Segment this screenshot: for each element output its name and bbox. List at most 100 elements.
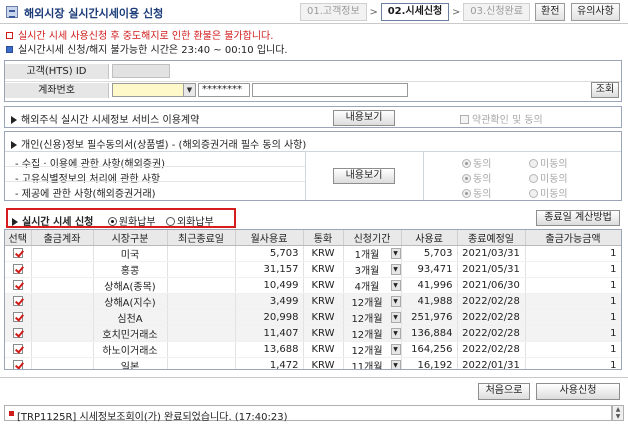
time-notice-text: 실시간시세 신청/해지 불가능한 시간은 23:40 ~ 00:10 입니다. — [18, 45, 288, 56]
period-select[interactable]: 12개월 ▼ — [344, 312, 400, 325]
monthly-fee-cell: 13,688 — [235, 341, 304, 358]
exchange-button[interactable]: 환전 — [535, 3, 566, 21]
period-cell: 12개월 ▼ — [343, 309, 402, 326]
chevron-down-icon[interactable]: ▼ — [390, 312, 400, 323]
period-select[interactable]: 4개월 ▼ — [344, 280, 400, 293]
select-checkbox[interactable] — [12, 295, 23, 306]
status-scroll-arrows[interactable]: ▲ ▼ — [612, 405, 624, 421]
divider — [5, 151, 621, 152]
period-select[interactable]: 3개월 ▼ — [344, 264, 400, 277]
table-row[interactable]: 홍콩 31,157 KRW 3개월 ▼ 93,471 2021/05/31 1 — [5, 261, 621, 278]
available-cell: 1 — [525, 245, 621, 262]
query-button[interactable]: 조회 — [591, 82, 619, 98]
period-select[interactable]: 1개월 ▼ — [344, 248, 400, 261]
table-row[interactable]: 미국 5,703 KRW 1개월 ▼ 5,703 2021/03/31 1 — [5, 245, 621, 262]
chevron-down-icon[interactable]: ▼ — [390, 344, 400, 355]
radio-icon — [529, 189, 538, 198]
hts-id-field — [112, 64, 170, 78]
period-select[interactable]: 12개월 ▼ — [344, 344, 400, 357]
select-checkbox[interactable] — [12, 359, 23, 369]
divider — [305, 151, 306, 200]
market-cell: 미국 — [93, 245, 168, 262]
table-header: 선택 출금계좌 시장구분 최근종료일 월사용료 통화 신청기간 사용료 종료예정… — [5, 230, 621, 246]
select-checkbox[interactable] — [12, 311, 23, 322]
table-row[interactable]: 상해A(지수) 3,499 KRW 12개월 ▼ 41,988 2022/02/28 1 — [5, 293, 621, 310]
period-select[interactable]: 11개월 ▼ — [344, 360, 400, 369]
apply-button[interactable]: 사용신청 — [536, 383, 620, 400]
select-checkbox[interactable] — [12, 263, 23, 274]
currency-cell: KRW — [303, 245, 344, 262]
table-row[interactable]: 호치민거래소 11,407 KRW 12개월 ▼ 136,884 2022/02/28 1 — [5, 325, 621, 342]
col-market: 시장구분 — [93, 230, 168, 246]
password-field[interactable]: ******** — [198, 83, 250, 97]
col-currency: 통화 — [303, 230, 344, 246]
currency-cell: KRW — [303, 325, 344, 342]
last-end-cell — [167, 341, 236, 358]
row-select-cell — [5, 309, 32, 326]
table-row[interactable]: 상해A(종목) 10,499 KRW 4개월 ▼ 41,996 2021/06/30 1 — [5, 277, 621, 294]
provide-disagree-radio[interactable]: 미동의 — [529, 185, 568, 200]
account-select[interactable]: ▼ — [112, 83, 196, 97]
row-select-cell — [5, 261, 32, 278]
chevron-down-icon[interactable]: ▼ — [183, 84, 195, 96]
radio-icon — [529, 159, 538, 168]
chevron-down-icon[interactable]: ▼ — [390, 296, 400, 307]
last-end-cell — [167, 309, 236, 326]
period-value: 12개월 — [351, 330, 383, 341]
chevron-down-icon[interactable]: ▼ — [390, 264, 400, 275]
col-select: 선택 — [5, 230, 32, 246]
collect-disagree-radio[interactable]: 미동의 — [529, 155, 568, 170]
select-checkbox[interactable] — [12, 247, 23, 258]
refund-warning: 실시간 시세 사용신청 후 중도해지로 인한 환불은 불가합니다. — [6, 27, 273, 42]
period-select[interactable]: 12개월 ▼ — [344, 296, 400, 309]
privacy-item-unique-id: - 고유식별정보의 처리에 관한 사항 — [15, 174, 161, 185]
table-row[interactable]: 일본 1,472 KRW 11개월 ▼ 16,192 2022/01/31 1 — [5, 357, 621, 369]
privacy-view-button[interactable]: 내용보기 — [333, 168, 395, 184]
account-name-field — [252, 83, 408, 97]
table-row[interactable]: 하노이거래소 13,688 KRW 12개월 ▼ 164,256 2022/02/28 1 — [5, 341, 621, 358]
available-cell: 1 — [525, 293, 621, 310]
market-cell: 심천A — [93, 309, 168, 326]
service-confirm-label: 약관확인 및 동의 — [472, 115, 543, 126]
service-confirm-checkbox[interactable]: 약관확인 및 동의 — [460, 111, 543, 126]
notes-button[interactable]: 유의사항 — [571, 3, 620, 21]
reset-button[interactable]: 처음으로 — [478, 383, 530, 400]
service-view-button[interactable]: 내용보기 — [333, 110, 395, 126]
uniqueid-agree-radio[interactable]: 동의 — [462, 170, 491, 185]
collect-agree-radio[interactable]: 동의 — [462, 155, 491, 170]
radio-icon — [462, 189, 471, 198]
chevron-down-icon[interactable]: ▼ — [390, 328, 400, 339]
realtime-title: 실시간 시세 신청 — [22, 217, 94, 228]
monthly-fee-cell: 20,998 — [235, 309, 304, 326]
realtime-request-heading: 실시간 시세 신청 원화납부 외화납부 — [12, 213, 214, 228]
window-title: 해외시장 실시간시세이용 신청 — [24, 7, 164, 20]
divider — [423, 151, 424, 200]
end-date-calc-button[interactable]: 종료일 계산방법 — [536, 210, 620, 226]
status-message: [TRP1125R] 시세정보조회이(가) 완료되었습니다. (17:40:23… — [17, 412, 288, 423]
currency-cell: KRW — [303, 309, 344, 326]
chevron-down-icon[interactable]: ▼ — [390, 280, 400, 291]
uniqueid-disagree-radio[interactable]: 미동의 — [529, 170, 568, 185]
end-date-cell: 2022/02/28 — [457, 293, 526, 310]
disagree-label: 미동의 — [540, 174, 568, 185]
triangle-icon — [12, 218, 18, 226]
select-checkbox[interactable] — [12, 279, 23, 290]
provide-agree-radio[interactable]: 동의 — [462, 185, 491, 200]
step-complete: 03.신청완료 — [463, 3, 530, 21]
period-select[interactable]: 12개월 ▼ — [344, 328, 400, 341]
chevron-down-icon[interactable]: ▼ — [390, 248, 400, 259]
agree-label: 동의 — [473, 189, 492, 200]
step-arrow-icon: > — [369, 6, 378, 18]
select-checkbox[interactable] — [12, 327, 23, 338]
info-bullet-icon — [6, 46, 13, 53]
payment-won-radio[interactable]: 원화납부 — [107, 217, 156, 228]
time-notice: 실시간시세 신청/해지 불가능한 시간은 23:40 ~ 00:10 입니다. — [6, 41, 288, 56]
end-date-cell: 2021/06/30 — [457, 277, 526, 294]
payment-fx-radio[interactable]: 외화납부 — [165, 217, 214, 228]
period-value: 4개월 — [354, 282, 380, 293]
select-checkbox[interactable] — [12, 343, 23, 354]
chevron-down-icon[interactable]: ▼ — [390, 360, 400, 369]
account-label: 계좌번호 — [5, 83, 109, 98]
period-cell: 3개월 ▼ — [343, 261, 402, 278]
table-row[interactable]: 심천A 20,998 KRW 12개월 ▼ 251,976 2022/02/28 1 — [5, 309, 621, 326]
